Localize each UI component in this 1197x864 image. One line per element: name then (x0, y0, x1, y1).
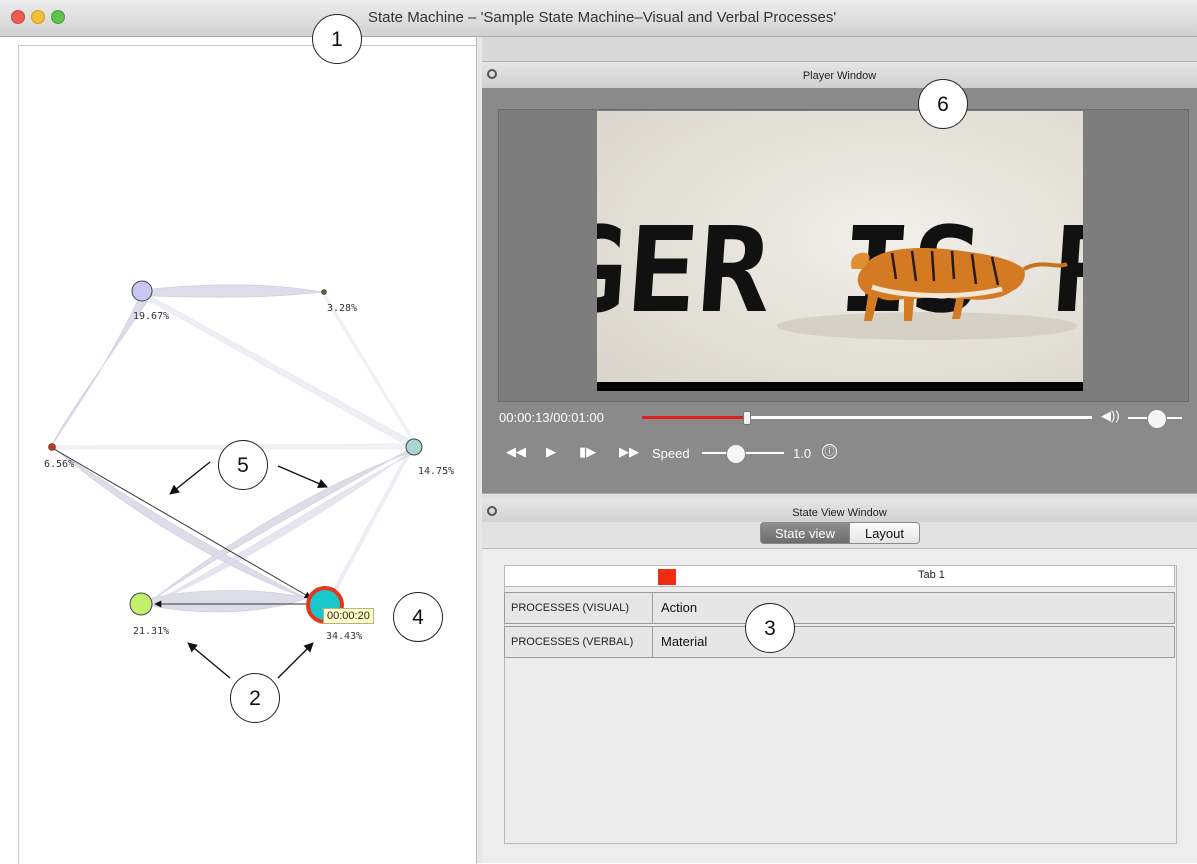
playback-time: 00:00:13/00:01:00 (499, 410, 604, 425)
seek-progress (642, 416, 746, 419)
graph-node-n5[interactable] (129, 592, 153, 616)
callout-1: 1 (312, 14, 362, 64)
graph-node-n1[interactable] (131, 280, 153, 302)
player-window-header: Player Window (482, 62, 1197, 89)
graph-node-n4[interactable] (405, 438, 423, 456)
graph-label-n6: 34.43% (326, 631, 362, 642)
row-key: PROCESSES (VERBAL) (505, 627, 653, 657)
skip-forward-button[interactable]: ▶▶ (619, 444, 639, 460)
row-key: PROCESSES (VISUAL) (505, 593, 653, 623)
top-strip (482, 37, 1197, 62)
volume-icon[interactable]: ◀)) (1101, 408, 1120, 424)
edge-n4-n5 (151, 449, 414, 601)
video-letterbox-bar (597, 382, 1083, 391)
state-color-swatch (658, 569, 676, 585)
speed-value: 1.0 (793, 446, 812, 461)
speed-label: Speed (652, 446, 690, 461)
step-forward-button[interactable]: ▮▶ (579, 444, 596, 460)
edge-n4-n6 (330, 449, 412, 596)
callout-4: 4 (393, 592, 443, 642)
player-window-title: Player Window (802, 70, 877, 82)
tab-state-view[interactable]: State view (760, 522, 850, 544)
video-frame-image: GER IS RUNNING (597, 201, 1083, 340)
skip-back-button[interactable]: ◀◀ (506, 444, 526, 460)
edge-n1-n2 (149, 284, 323, 298)
row-value: Material (661, 634, 708, 649)
graph-label-n2: 3.28% (327, 303, 357, 314)
state-table-tab-label: Tab 1 (918, 569, 945, 581)
state-table-header (504, 565, 1175, 587)
graph-label-n3: 6.56% (44, 459, 74, 470)
callout-6: 6 (918, 79, 968, 129)
graph-node-n2[interactable] (321, 289, 327, 295)
graph-label-n5: 21.31% (133, 626, 169, 637)
callout-2: 2 (230, 673, 280, 723)
video-area[interactable]: GER IS RUNNING (597, 111, 1083, 390)
play-button[interactable]: ▶ (546, 444, 556, 460)
callout-3: 3 (745, 603, 795, 653)
row-value: Action (661, 600, 698, 615)
seek-handle[interactable] (742, 411, 751, 425)
node-time-tooltip: 00:00:20 (323, 608, 374, 624)
graph-node-n3[interactable] (48, 443, 56, 451)
info-icon[interactable]: ⓘ (822, 444, 837, 459)
state-view-window-title: State View Window (792, 507, 887, 519)
volume-handle[interactable] (1147, 409, 1167, 429)
callout-5: 5 (218, 440, 268, 490)
state-graph[interactable]: 19.67% 3.28% 6.56% 14.75% 21.31% 34.43% (0, 0, 480, 863)
graph-label-n1: 19.67% (133, 311, 169, 322)
table-row[interactable]: PROCESSES (VERBAL) Material (504, 626, 1175, 658)
tab-layout[interactable]: Layout (849, 522, 920, 544)
table-row[interactable]: PROCESSES (VISUAL) Action (504, 592, 1175, 624)
graph-label-n4: 14.75% (418, 466, 454, 477)
speed-handle[interactable] (725, 444, 746, 464)
seek-bar[interactable] (642, 411, 1092, 425)
edge-n5-n6 (151, 590, 310, 613)
